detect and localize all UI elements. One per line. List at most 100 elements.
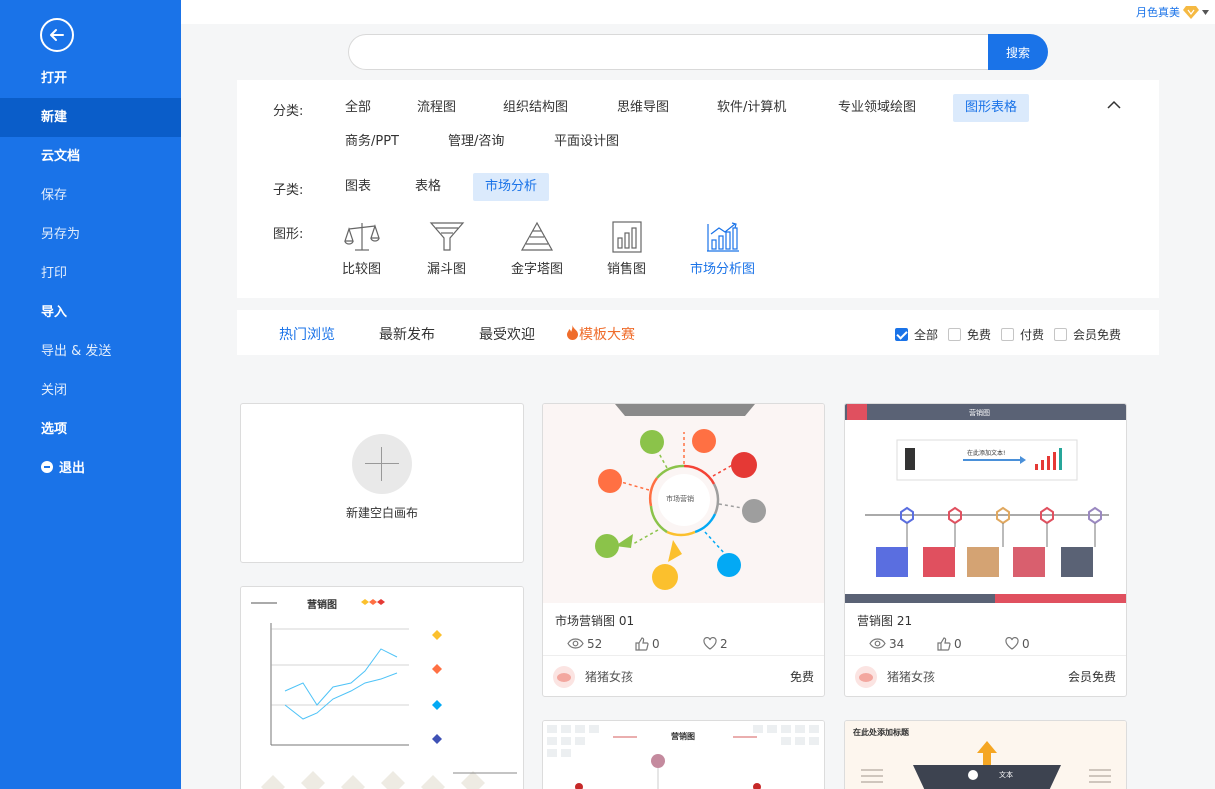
- category-chip-flowchart[interactable]: 流程图: [405, 94, 468, 122]
- subcategory-chip-table[interactable]: 表格: [403, 173, 453, 201]
- category-chip-graphics-tables[interactable]: 图形表格: [953, 94, 1030, 122]
- shape-comparison-label: 比较图: [342, 262, 382, 277]
- template-card[interactable]: 市场营销 市场营销图 01 52 0 2 猪猪女孩 免费: [542, 403, 825, 697]
- shape-pyramid[interactable]: 金字塔图: [511, 220, 563, 277]
- heart-icon: [1005, 637, 1019, 650]
- sidebar-nav: 打开 新建 云文档 保存 另存为 打印 导入 导出 & 发送 关闭 选项 退出: [0, 59, 181, 488]
- shape-market-analysis-label: 市场分析图: [690, 262, 756, 277]
- user-menu[interactable]: 月色真美: [1136, 4, 1209, 20]
- category-chip-management[interactable]: 管理/咨询: [436, 128, 516, 156]
- search-button[interactable]: 搜索: [988, 34, 1048, 70]
- arrow-left-icon: [50, 29, 64, 41]
- sidebar-item-cloud-docs[interactable]: 云文档: [0, 137, 181, 176]
- sidebar-item-save[interactable]: 保存: [0, 176, 181, 215]
- template-card[interactable]: 营销图: [240, 586, 524, 789]
- favorites-stat[interactable]: 0: [1005, 632, 1073, 655]
- shape-label: 图形:: [273, 227, 304, 242]
- template-card[interactable]: 营销图 在此添加文本! 营销图 21 34 0 0 猪猪女孩 会员免费: [844, 403, 1127, 697]
- category-chip-graphic-design[interactable]: 平面设计图: [542, 128, 631, 156]
- vip-diamond-icon: [1183, 6, 1199, 19]
- likes-count: 0: [652, 636, 660, 651]
- sidebar-item-import[interactable]: 导入: [0, 293, 181, 332]
- template-thumbnail: 营销图: [241, 587, 523, 789]
- tab-popular[interactable]: 热门浏览: [279, 324, 335, 344]
- market-analysis-icon: [706, 222, 739, 252]
- views-stat: 52: [567, 632, 635, 655]
- category-chip-software[interactable]: 软件/计算机: [705, 94, 798, 122]
- new-blank-canvas-card[interactable]: 新建空白画布: [240, 403, 524, 563]
- template-stats: 52 0 2: [543, 627, 824, 655]
- checkbox-all[interactable]: [894, 328, 908, 341]
- likes-stat[interactable]: 0: [937, 632, 1005, 655]
- checkbox-free[interactable]: [947, 328, 961, 341]
- sidebar-item-exit[interactable]: 退出: [0, 449, 181, 488]
- checkbox-free-label: 免费: [966, 328, 991, 342]
- author-name[interactable]: 猪猪女孩: [887, 668, 1068, 685]
- sidebar-item-export-send[interactable]: 导出 & 发送: [0, 332, 181, 371]
- category-chip-all[interactable]: 全部: [333, 94, 383, 122]
- sidebar-item-print[interactable]: 打印: [0, 254, 181, 293]
- template-stats: 34 0 0: [845, 627, 1126, 655]
- bar-chart-icon: [611, 221, 642, 253]
- category-chip-org-chart[interactable]: 组织结构图: [491, 94, 580, 122]
- thumbs-up-icon: [937, 636, 951, 651]
- sidebar-item-open[interactable]: 打开: [0, 59, 181, 98]
- subcategory-chip-chart[interactable]: 图表: [333, 173, 383, 201]
- checkbox-paid[interactable]: [1000, 328, 1014, 341]
- template-footer: 猪猪女孩 会员免费: [845, 655, 1126, 696]
- template-thumbnail: 营销图: [543, 721, 824, 789]
- shape-pyramid-label: 金字塔图: [511, 262, 564, 277]
- category-chip-mind-map[interactable]: 思维导图: [605, 94, 681, 122]
- search-input[interactable]: [348, 34, 988, 70]
- likes-stat[interactable]: 0: [635, 632, 703, 655]
- shape-funnel[interactable]: 漏斗图: [427, 220, 466, 277]
- price-label: 免费: [789, 670, 814, 684]
- plus-icon: [352, 434, 412, 494]
- category-chip-business-ppt[interactable]: 商务/PPT: [333, 128, 411, 156]
- template-card[interactable]: 营销图: [542, 720, 825, 789]
- tab-template-contest[interactable]: 模板大赛: [566, 324, 635, 344]
- views-count: 34: [889, 636, 905, 651]
- template-title: 市场营销图 01: [555, 614, 635, 628]
- thumbnail-heading: 营销图: [969, 409, 990, 417]
- back-button[interactable]: [40, 18, 74, 52]
- new-blank-canvas-label: 新建空白画布: [345, 506, 418, 520]
- sidebar-item-options[interactable]: 选项: [0, 410, 181, 449]
- thumbnail-box-text: 在此添加文本!: [967, 450, 1006, 457]
- sidebar-item-new[interactable]: 新建: [0, 98, 181, 137]
- template-title: 营销图 21: [857, 614, 913, 628]
- thumbnail-label: 文本: [999, 771, 1013, 779]
- author-avatar: [855, 665, 877, 688]
- exit-label: 退出: [59, 461, 86, 476]
- tab-latest[interactable]: 最新发布: [379, 324, 435, 344]
- shape-market-analysis[interactable]: 市场分析图: [690, 220, 755, 277]
- category-chip-professional[interactable]: 专业领域绘图: [826, 94, 928, 122]
- template-thumbnail: 市场营销: [543, 404, 824, 603]
- eye-icon: [567, 638, 584, 649]
- sidebar-item-save-as[interactable]: 另存为: [0, 215, 181, 254]
- sidebar-item-close[interactable]: 关闭: [0, 371, 181, 410]
- template-footer: 猪猪女孩 免费: [543, 655, 824, 696]
- checkbox-member-free[interactable]: [1053, 328, 1067, 341]
- shape-funnel-label: 漏斗图: [427, 262, 467, 277]
- thumbnail-center-text: 市场营销: [666, 495, 694, 503]
- shape-comparison[interactable]: 比较图: [342, 220, 381, 277]
- checkbox-all-label: 全部: [913, 328, 938, 342]
- price-label: 会员免费: [1067, 670, 1116, 684]
- subcategory-chip-market-analysis[interactable]: 市场分析: [473, 173, 550, 201]
- tab-template-contest-label: 模板大赛: [579, 327, 635, 343]
- chevron-up-icon[interactable]: [1107, 100, 1121, 109]
- caret-down-icon: [1202, 9, 1209, 15]
- views-count: 52: [587, 636, 603, 651]
- shape-sales[interactable]: 销售图: [607, 220, 646, 277]
- tab-most-liked[interactable]: 最受欢迎: [479, 324, 535, 344]
- favorites-stat[interactable]: 2: [703, 632, 771, 655]
- shape-sales-label: 销售图: [607, 262, 647, 277]
- template-card[interactable]: 在此处添加标题 文本: [844, 720, 1127, 789]
- author-name[interactable]: 猪猪女孩: [585, 668, 790, 685]
- pyramid-icon: [520, 221, 554, 251]
- marketing-diagram-thumbnail: [845, 404, 1126, 603]
- user-name: 月色真美: [1136, 6, 1180, 19]
- template-thumbnail: 在此处添加标题 文本: [845, 721, 1126, 789]
- search-bar: 搜索: [348, 34, 1048, 70]
